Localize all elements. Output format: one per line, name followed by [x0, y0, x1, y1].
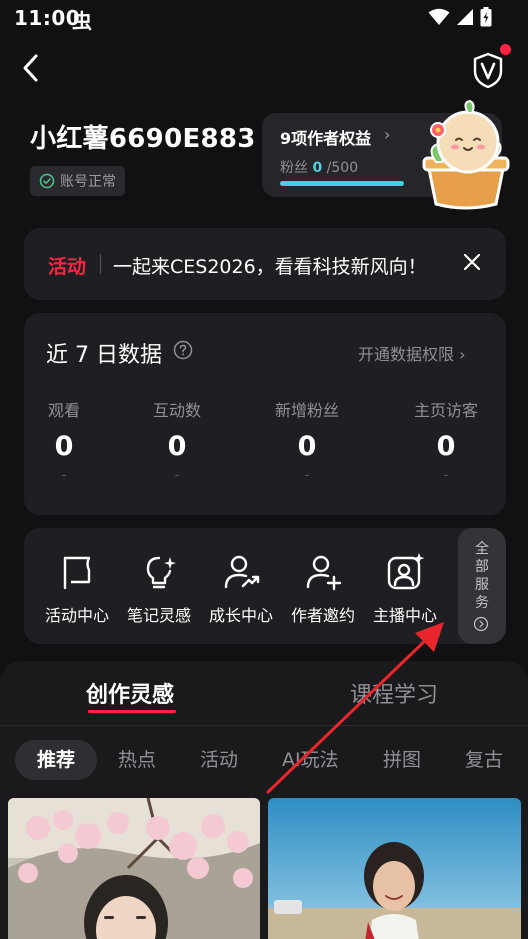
stat-change: - [304, 468, 310, 483]
stat-new-fans[interactable]: 新增粉丝 0 - [257, 397, 357, 483]
fans-target: /500 [326, 160, 359, 176]
chevron-right-circle-icon [473, 616, 489, 632]
fans-current: 0 [312, 160, 323, 176]
service-growth-center[interactable]: 成长中心 [200, 552, 282, 626]
check-circle-icon [39, 173, 55, 189]
chip-recommended[interactable]: 推荐 [15, 740, 97, 780]
tab-creation-inspiration[interactable]: 创作灵感 [86, 677, 174, 709]
shield-v-icon [473, 52, 503, 89]
cellular-icon [457, 9, 473, 25]
battery-icon [480, 7, 492, 27]
service-streamer-center[interactable]: 主播中心 [364, 552, 446, 626]
service-label: 成长中心 [208, 606, 273, 625]
user-add-icon [306, 555, 342, 591]
fans-progress-text: 粉丝 0 /500 [280, 157, 358, 177]
chip-hot[interactable]: 热点 [118, 740, 156, 780]
activity-text: 一起来CES2026，看看科技新风向！ [113, 256, 427, 278]
seven-day-data-card: 近 7 日数据 开通数据权限 › 观看 0 - 互动数 0 - 新增粉丝 0 -… [24, 313, 506, 515]
stat-change: - [61, 468, 67, 483]
tab-divider [0, 725, 528, 726]
fans-progress-bar [280, 181, 404, 186]
inspiration-photo-portrait[interactable] [268, 798, 521, 939]
chip-activity[interactable]: 活动 [200, 740, 238, 780]
bulb-sparkle-icon [146, 556, 176, 589]
rights-arrow: › [384, 125, 391, 144]
user-growth-icon [224, 555, 260, 589]
activity-banner[interactable]: 活动 一起来CES2026，看看科技新风向！ [24, 228, 506, 300]
stat-change: - [443, 468, 449, 483]
all-services-button[interactable]: 全部服务 [458, 528, 506, 644]
shield-button[interactable] [470, 50, 506, 90]
stat-value: 0 [167, 431, 187, 462]
help-button[interactable] [173, 340, 193, 360]
status-icons [428, 7, 492, 27]
chevron-left-icon [23, 54, 38, 82]
question-circle-icon [173, 340, 193, 360]
username: 小红薯6690E883 [30, 124, 256, 154]
active-tab-indicator [88, 710, 176, 713]
stat-label: 观看 [47, 401, 80, 420]
service-activity-center[interactable]: 活动中心 [36, 552, 118, 626]
flag-icon [63, 556, 91, 590]
chip-ai-play[interactable]: AI玩法 [282, 740, 339, 780]
all-services-label: 全部服务 [475, 541, 489, 611]
stat-value: 0 [436, 431, 456, 462]
service-note-inspiration[interactable]: 笔记灵感 [118, 552, 200, 626]
fans-label: 粉丝 [280, 160, 308, 176]
inspiration-photo-blossom[interactable] [8, 798, 260, 939]
stat-label: 互动数 [152, 401, 201, 420]
close-banner-button[interactable] [460, 250, 484, 274]
back-button[interactable] [18, 50, 48, 86]
stat-interactions[interactable]: 互动数 0 - [127, 397, 227, 483]
wifi-icon [428, 8, 450, 25]
close-icon [463, 253, 481, 271]
chip-retro[interactable]: 复古 [465, 740, 503, 780]
activity-tag: 活动 [48, 256, 87, 278]
notification-glyph: 虫 [72, 9, 92, 33]
status-time: 11:00 [14, 6, 81, 30]
stat-label: 新增粉丝 [274, 401, 339, 420]
stat-label: 主页访客 [413, 401, 478, 420]
camera-user-icon [387, 553, 425, 590]
stat-views[interactable]: 观看 0 - [14, 397, 114, 483]
rights-title: 9项作者权益 [280, 129, 372, 148]
potato-mascot-illustration[interactable] [418, 99, 514, 212]
stat-home-visitors[interactable]: 主页访客 0 - [396, 397, 496, 483]
data-title: 近 7 日数据 [46, 343, 162, 368]
open-data-permission-link[interactable]: 开通数据权限 › [358, 341, 466, 365]
inspiration-panel: 创作灵感 课程学习 推荐 热点 活动 AI玩法 拼图 复古 [0, 661, 528, 939]
service-label: 主播中心 [372, 606, 437, 625]
notification-dot [500, 44, 511, 55]
account-status-text: 账号正常 [60, 174, 116, 190]
chip-collage[interactable]: 拼图 [383, 740, 421, 780]
service-label: 作者邀约 [290, 606, 355, 625]
stat-value: 0 [54, 431, 74, 462]
tab-course-learning[interactable]: 课程学习 [350, 677, 438, 709]
services-card: 活动中心 笔记灵感 成长中心 作者邀约 主播中心 全部服务 [24, 528, 506, 644]
stat-value: 0 [297, 431, 317, 462]
account-status-badge[interactable]: 账号正常 [30, 166, 125, 196]
stat-change: - [174, 468, 180, 483]
activity-divider [100, 254, 101, 274]
service-label: 活动中心 [44, 606, 109, 625]
service-label: 笔记灵感 [126, 606, 191, 625]
service-author-invite[interactable]: 作者邀约 [282, 552, 364, 626]
